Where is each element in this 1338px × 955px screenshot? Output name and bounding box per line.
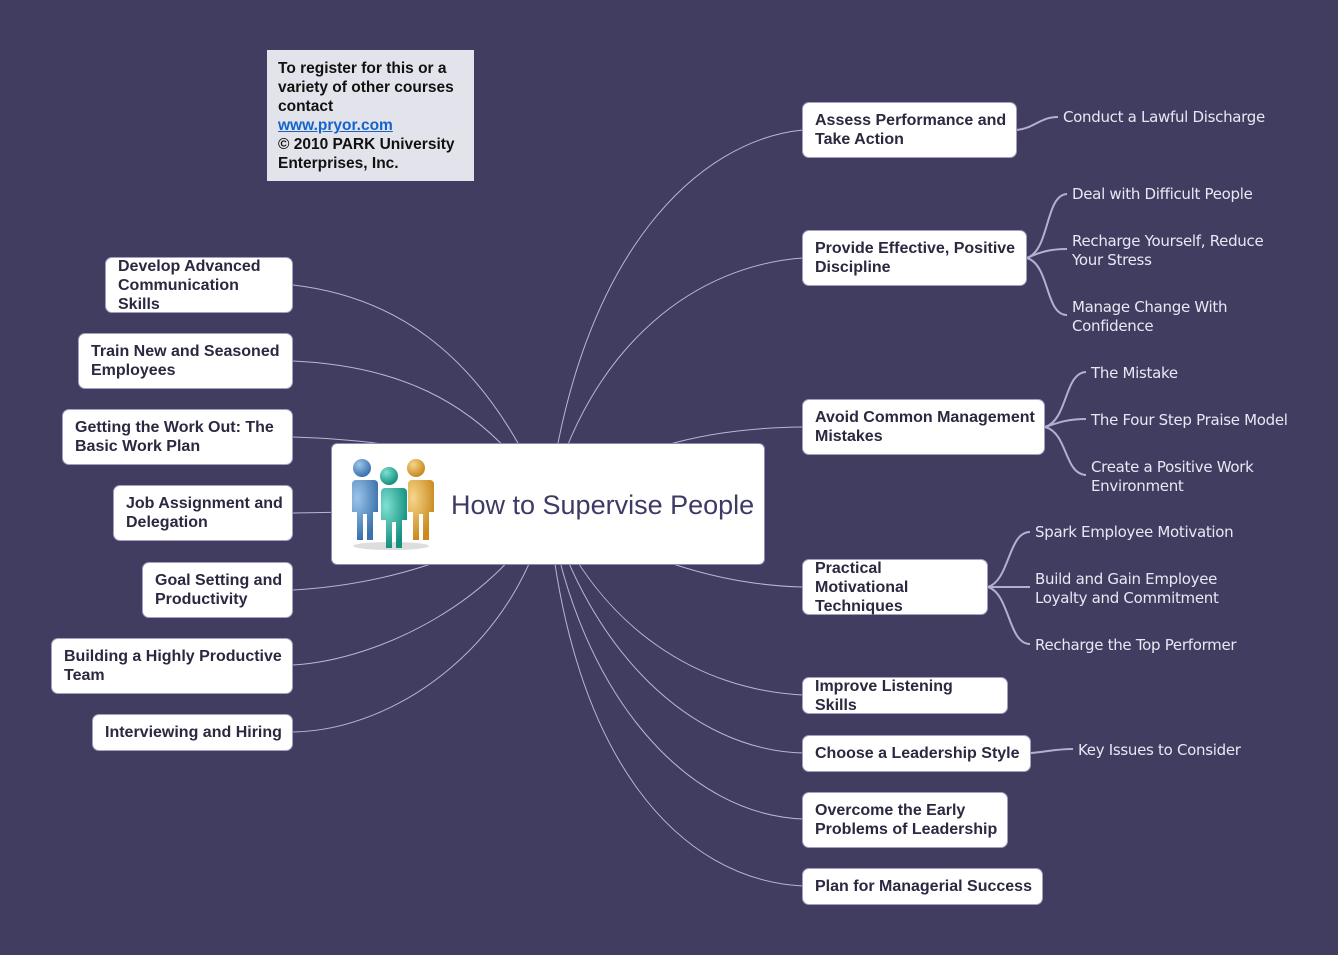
topic-improve-listening[interactable]: Improve Listening Skills (802, 677, 1008, 714)
subconnector-spark-motivation (987, 531, 1031, 588)
subtopic-recharge-yourself[interactable]: Recharge Yourself, Reduce Your Stress (1072, 232, 1264, 270)
topic-interviewing-hiring[interactable]: Interviewing and Hiring (92, 714, 293, 751)
topic-label: Assess Performance and Take Action (815, 112, 1007, 148)
subconnector-positive-work (1044, 426, 1087, 476)
topic-develop-communication[interactable]: Develop Advanced Communication Skills (105, 257, 293, 313)
topic-label: Train New and Seasoned Employees (91, 343, 280, 379)
people-group-icon (346, 459, 434, 550)
topic-label: Interviewing and Hiring (105, 724, 282, 741)
subtopic-key-issues[interactable]: Key Issues to Consider (1078, 741, 1241, 760)
registration-info-box: To register for this or a variety of oth… (267, 50, 474, 181)
topic-label: Develop Advanced Communication Skills (118, 257, 261, 313)
subtopic-manage-change[interactable]: Manage Change With Confidence (1072, 298, 1228, 336)
pryor-link[interactable]: www.pryor.com (278, 116, 466, 135)
subtopic-spark-motivation[interactable]: Spark Employee Motivation (1035, 523, 1234, 542)
topic-label: Overcome the Early Problems of Leadershi… (815, 802, 998, 838)
topic-train-employees[interactable]: Train New and Seasoned Employees (78, 333, 293, 389)
subtopic-difficult-people[interactable]: Deal with Difficult People (1072, 185, 1253, 204)
subtopic-lawful-discharge[interactable]: Conduct a Lawful Discharge (1063, 108, 1265, 127)
topic-assess-performance[interactable]: Assess Performance and Take Action (802, 102, 1017, 158)
subconnector-manage-change (1026, 257, 1068, 316)
subconnector-recharge-top (987, 586, 1031, 645)
central-title: How to Supervise People (451, 490, 755, 520)
topic-label: Avoid Common Management Mistakes (815, 409, 1035, 445)
central-topic[interactable]: How to Supervise People (331, 443, 765, 565)
registration-text: To register for this or a variety of oth… (278, 60, 454, 115)
topic-getting-work-out[interactable]: Getting the Work Out: The Basic Work Pla… (62, 409, 293, 465)
topic-leadership-style[interactable]: Choose a Leadership Style (802, 735, 1031, 772)
topic-overcome-problems[interactable]: Overcome the Early Problems of Leadershi… (802, 792, 1008, 848)
subtopic-the-mistake[interactable]: The Mistake (1091, 364, 1178, 383)
subtopic-recharge-top[interactable]: Recharge the Top Performer (1035, 636, 1237, 655)
topic-plan-success[interactable]: Plan for Managerial Success (802, 868, 1043, 905)
topic-job-assignment[interactable]: Job Assignment and Delegation (113, 485, 293, 541)
topic-label: Job Assignment and Delegation (126, 495, 283, 531)
topic-avoid-mistakes[interactable]: Avoid Common Management Mistakes (802, 399, 1045, 455)
subtopic-build-loyalty[interactable]: Build and Gain Employee Loyalty and Comm… (1035, 570, 1219, 608)
topic-provide-discipline[interactable]: Provide Effective, Positive Discipline (802, 230, 1027, 286)
topic-label: Improve Listening Skills (815, 677, 953, 714)
topic-label: Choose a Leadership Style (815, 745, 1020, 762)
copyright-text: © 2010 PARK University Enterprises, Inc. (278, 136, 455, 172)
topic-label: Provide Effective, Positive Discipline (815, 240, 1016, 276)
subconnector-lawful-discharge (1016, 116, 1059, 131)
topic-label: Plan for Managerial Success (815, 878, 1032, 895)
topic-label: Practical Motivational Techniques (815, 559, 909, 615)
topic-label: Getting the Work Out: The Basic Work Pla… (75, 419, 274, 455)
topic-practical-motivation[interactable]: Practical Motivational Techniques (802, 559, 988, 615)
subtopic-four-step-praise[interactable]: The Four Step Praise Model (1091, 411, 1288, 430)
topic-label: Goal Setting and Productivity (155, 572, 283, 608)
subtopic-positive-work[interactable]: Create a Positive Work Environment (1091, 458, 1254, 496)
subconnector-key-issues (1030, 748, 1074, 754)
topic-label: Building a Highly Productive Team (64, 648, 282, 684)
topic-building-team[interactable]: Building a Highly Productive Team (51, 638, 293, 694)
topic-goal-setting[interactable]: Goal Setting and Productivity (142, 562, 293, 618)
